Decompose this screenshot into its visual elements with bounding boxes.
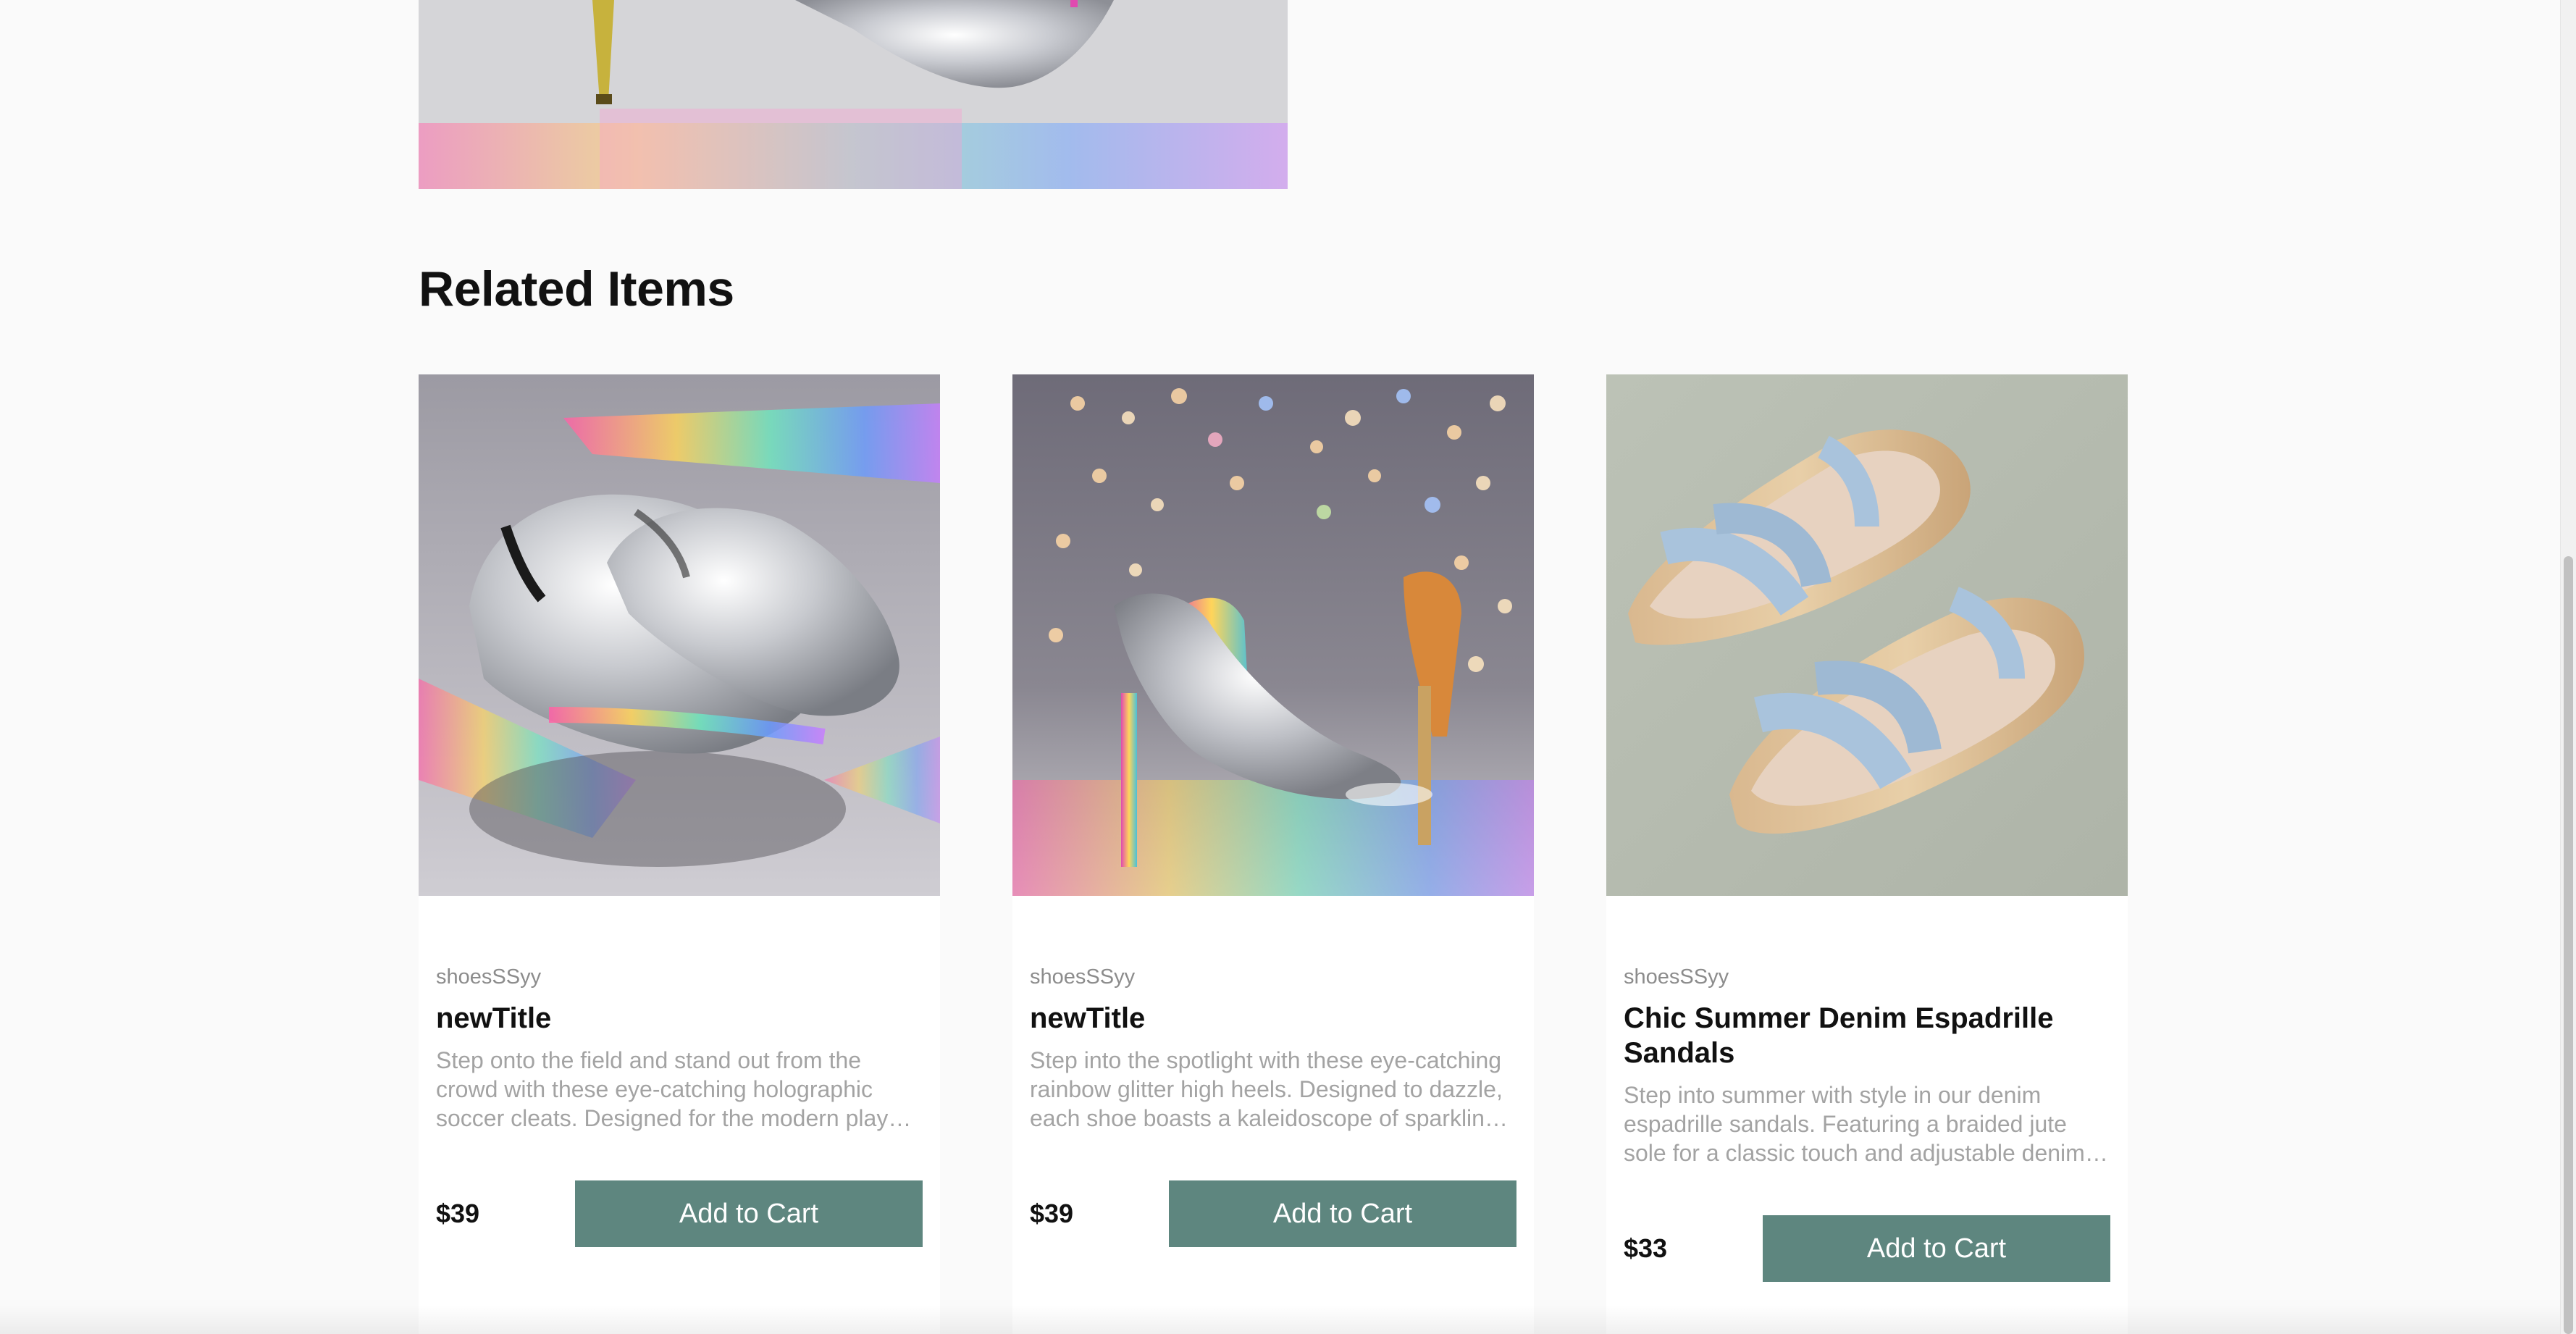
- rainbow-glitter-heels-image-icon: [1012, 374, 1534, 896]
- product-image[interactable]: [1606, 374, 2128, 896]
- product-price: $39: [436, 1199, 480, 1228]
- denim-espadrille-sandals-image-icon: [1606, 374, 2128, 896]
- product-image[interactable]: [419, 374, 940, 896]
- product-category: shoesSSyy: [1624, 965, 1729, 989]
- product-image[interactable]: [1012, 374, 1534, 896]
- product-price: $39: [1030, 1199, 1074, 1228]
- related-items-list: shoesSSyy newTitle Step onto the field a…: [419, 374, 2128, 1334]
- related-items-heading: Related Items: [419, 261, 734, 316]
- hero-product-image: [419, 0, 1288, 189]
- add-to-cart-button[interactable]: Add to Cart: [575, 1180, 923, 1247]
- product-category: shoesSSyy: [436, 965, 542, 989]
- product-description: Step into the spotlight with these eye-c…: [1030, 1047, 1503, 1131]
- product-price: $33: [1624, 1233, 1668, 1263]
- product-title[interactable]: Chic Summer Denim Espadrille Sandals: [1624, 1001, 2110, 1070]
- glitter-heel-image-icon: [419, 0, 1288, 189]
- product-description: Step onto the field and stand out from t…: [436, 1047, 909, 1131]
- product-card[interactable]: shoesSSyy Chic Summer Denim Espadrille S…: [1606, 374, 2128, 1334]
- product-card[interactable]: shoesSSyy newTitle Step into the spotlig…: [1012, 374, 1534, 1334]
- add-to-cart-button[interactable]: Add to Cart: [1169, 1180, 1516, 1247]
- vertical-scrollbar[interactable]: [2560, 0, 2576, 1334]
- product-category: shoesSSyy: [1030, 965, 1136, 989]
- scrollbar-thumb[interactable]: [2564, 556, 2573, 1334]
- holographic-cleats-image-icon: [419, 374, 940, 896]
- add-to-cart-button[interactable]: Add to Cart: [1763, 1215, 2110, 1282]
- product-title[interactable]: newTitle: [436, 1001, 923, 1036]
- product-title[interactable]: newTitle: [1030, 1001, 1516, 1036]
- product-description: Step into summer with style in our denim…: [1624, 1082, 2085, 1166]
- product-card[interactable]: shoesSSyy newTitle Step onto the field a…: [419, 374, 940, 1334]
